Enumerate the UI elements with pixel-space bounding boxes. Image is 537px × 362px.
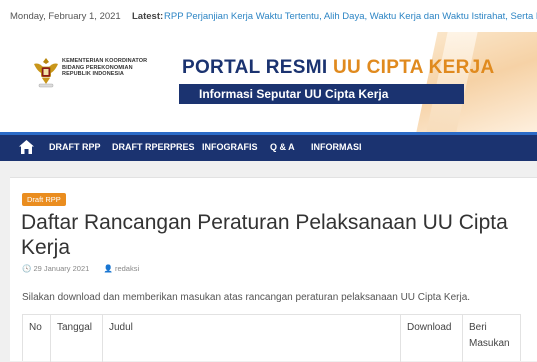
post-author[interactable]: redaksi — [115, 264, 139, 273]
nav-item-qa[interactable]: Q & A — [270, 142, 295, 152]
nav-item-infografis[interactable]: INFOGRAFIS — [202, 142, 258, 152]
main-nav: DRAFT RPP DRAFT RPERPRES INFOGRAFIS Q & … — [0, 132, 537, 161]
nav-item-draft-rpp[interactable]: DRAFT RPP — [49, 142, 101, 152]
table-header-beri-masukan: Beri Masukan — [469, 322, 510, 349]
ministry-name: KEMENTERIAN KOORDINATOR BIDANG PEREKONOM… — [62, 58, 147, 78]
nav-item-informasi[interactable]: INFORMASI — [311, 142, 362, 152]
portal-title[interactable]: PORTAL RESMI UU CIPTA KERJA — [182, 57, 495, 79]
latest-label: Latest: — [132, 11, 164, 22]
post-title: Daftar Rancangan Peraturan Pelaksanaan U… — [21, 211, 508, 259]
site-header: KEMENTERIAN KOORDINATOR BIDANG PEREKONOM… — [0, 32, 537, 132]
user-icon: 👤 — [103, 264, 113, 273]
ministry-line-1: KEMENTERIAN KOORDINATOR — [62, 58, 148, 64]
nav-item-draft-rperpres[interactable]: DRAFT RPERPRES — [112, 142, 195, 152]
portal-title-accent: UU CIPTA KERJA — [333, 57, 495, 78]
top-bar: Monday, February 1, 2021 Latest: RPP Per… — [0, 0, 537, 33]
ministry-line-3: REPUBLIK INDONESIA — [62, 71, 124, 77]
table-header-download: Download — [401, 315, 463, 362]
post-intro: Silakan download dan memberikan masukan … — [22, 292, 471, 303]
rpp-table: No Tanggal Judul Download Beri Masukan — [22, 314, 521, 362]
post-content: Draft RPP Daftar Rancangan Peraturan Pel… — [10, 177, 537, 362]
clock-icon: 🕓 — [22, 264, 32, 273]
table-header-judul: Judul — [103, 315, 401, 362]
home-icon[interactable] — [18, 139, 35, 155]
current-date: Monday, February 1, 2021 — [10, 11, 121, 22]
latest-news-link[interactable]: RPP Perjanjian Kerja Waktu Tertentu, Ali… — [164, 11, 537, 22]
portal-title-main: PORTAL RESMI — [182, 57, 328, 78]
category-badge[interactable]: Draft RPP — [22, 193, 66, 206]
table-header-tanggal: Tanggal — [51, 315, 103, 362]
post-date[interactable]: 29 January 2021 — [33, 264, 89, 273]
garuda-emblem-icon[interactable] — [32, 54, 60, 88]
table-header-no: No — [23, 315, 51, 362]
post-meta: 🕓 29 January 2021 👤 redaksi — [22, 264, 139, 273]
portal-subtitle: Informasi Seputar UU Cipta Kerja — [179, 84, 464, 104]
